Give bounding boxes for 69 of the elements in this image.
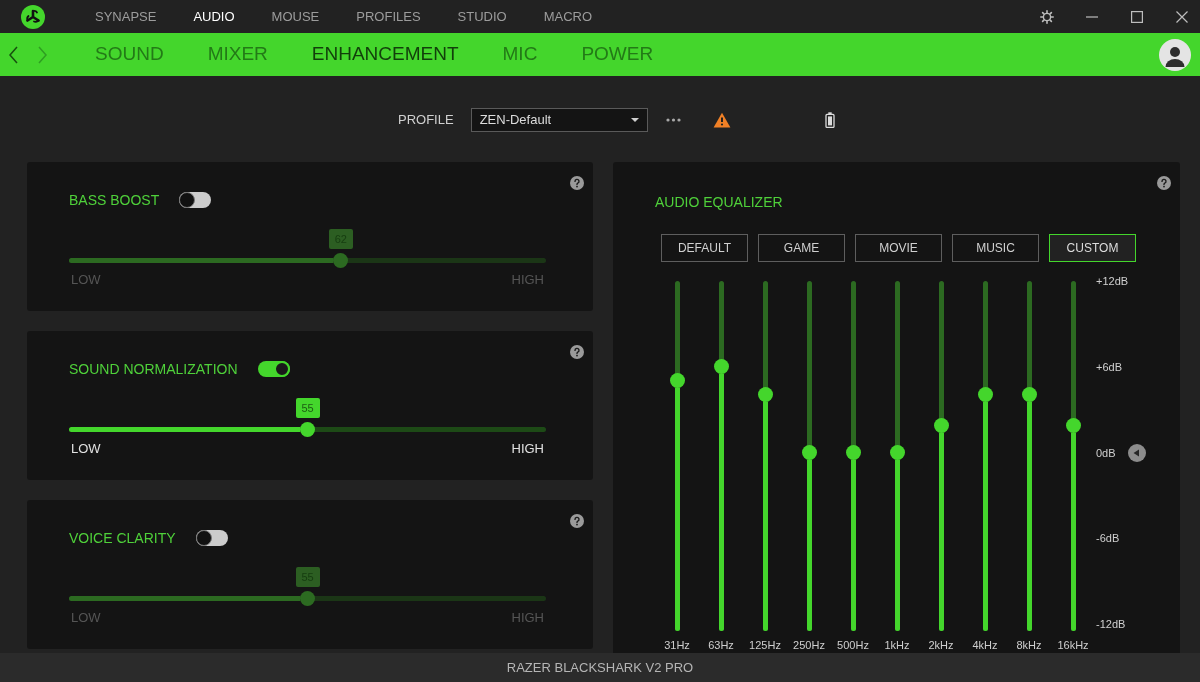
profile-select[interactable]: ZEN-Default bbox=[470, 108, 648, 132]
profile-label: PROFILE bbox=[398, 111, 454, 130]
eq-slider-thumb[interactable] bbox=[801, 445, 817, 460]
nav-tab[interactable]: MOUSE bbox=[271, 6, 320, 27]
db-scale-label: -6dB bbox=[1096, 531, 1120, 546]
toggle-switch[interactable] bbox=[179, 192, 212, 208]
nav-tab[interactable]: SYNAPSE bbox=[95, 6, 157, 27]
band-label: 16kHz bbox=[1057, 638, 1089, 653]
more-icon[interactable] bbox=[665, 118, 681, 122]
preset-button[interactable]: MOVIE bbox=[855, 234, 942, 262]
caret-left-icon[interactable] bbox=[1128, 444, 1146, 462]
logo-icon[interactable] bbox=[21, 4, 45, 29]
band-label: 4kHz bbox=[972, 638, 998, 653]
slider-min-label: LOW bbox=[71, 609, 101, 627]
db-scale-label: -12dB bbox=[1096, 617, 1126, 631]
slider-max-label: HIGH bbox=[511, 609, 544, 627]
panel-title: BASS BOOST bbox=[69, 190, 160, 210]
db-scale-label: +6dB bbox=[1096, 359, 1122, 374]
eq-slider-thumb[interactable] bbox=[757, 386, 773, 402]
eq-slider-thumb[interactable] bbox=[845, 445, 861, 460]
help-icon[interactable] bbox=[570, 514, 584, 528]
band-label: 500Hz bbox=[837, 638, 869, 653]
preset-button[interactable]: DEFAULT bbox=[661, 234, 748, 262]
nav-tab[interactable]: PROFILES bbox=[356, 6, 421, 27]
nav-tab[interactable]: STUDIO bbox=[457, 6, 507, 27]
chevron-left-icon[interactable] bbox=[9, 45, 18, 64]
panel-title: SOUND NORMALIZATION bbox=[69, 359, 238, 379]
eq-slider-thumb[interactable] bbox=[977, 386, 993, 402]
slider-thumb[interactable] bbox=[300, 422, 315, 437]
nav-tab[interactable]: AUDIO bbox=[193, 6, 235, 27]
eq-slider-thumb[interactable] bbox=[1021, 386, 1037, 402]
preset-button[interactable]: MUSIC bbox=[952, 234, 1039, 262]
eq-slider-thumb[interactable] bbox=[933, 417, 949, 433]
preset-button[interactable]: CUSTOM bbox=[1049, 234, 1136, 262]
avatar-icon[interactable] bbox=[1159, 38, 1191, 71]
band-label: 125Hz bbox=[749, 638, 781, 653]
slider-min-label: LOW bbox=[71, 440, 101, 458]
band-label: 2kHz bbox=[928, 638, 954, 653]
panel-title: AUDIO EQUALIZER bbox=[655, 192, 783, 212]
toggle-switch[interactable] bbox=[195, 530, 228, 546]
caret-down-icon bbox=[630, 118, 639, 122]
device-name: RAZER BLACKSHARK V2 PRO bbox=[506, 658, 694, 677]
band-label: 63Hz bbox=[708, 638, 734, 653]
warning-icon[interactable] bbox=[712, 112, 731, 128]
slider-max-label: HIGH bbox=[511, 271, 544, 289]
battery-icon bbox=[824, 112, 835, 128]
eq-slider-thumb[interactable] bbox=[1065, 417, 1081, 433]
db-scale-label: 0dB bbox=[1096, 445, 1116, 460]
nav-tab[interactable]: MACRO bbox=[543, 6, 593, 27]
band-label: 1kHz bbox=[884, 638, 910, 653]
panel-title: VOICE CLARITY bbox=[69, 528, 176, 548]
slider-thumb[interactable] bbox=[300, 591, 315, 606]
toggle-switch[interactable] bbox=[257, 361, 290, 377]
section-tab[interactable]: ENHANCEMENT bbox=[311, 40, 459, 69]
db-scale-label: +12dB bbox=[1096, 274, 1129, 288]
band-label: 31Hz bbox=[664, 638, 690, 653]
value-badge: 55 bbox=[295, 398, 320, 418]
eq-slider-thumb[interactable] bbox=[889, 445, 905, 460]
band-label: 250Hz bbox=[793, 638, 825, 653]
help-icon[interactable] bbox=[570, 345, 584, 359]
slider-min-label: LOW bbox=[71, 271, 101, 289]
slider-max-label: HIGH bbox=[511, 440, 544, 458]
preset-button[interactable]: GAME bbox=[758, 234, 845, 262]
band-label: 8kHz bbox=[1016, 638, 1042, 653]
help-icon[interactable] bbox=[570, 176, 584, 190]
slider-thumb[interactable] bbox=[333, 253, 349, 268]
eq-slider-thumb[interactable] bbox=[669, 372, 685, 388]
eq-slider-thumb[interactable] bbox=[713, 359, 729, 375]
help-icon[interactable] bbox=[1157, 176, 1171, 190]
